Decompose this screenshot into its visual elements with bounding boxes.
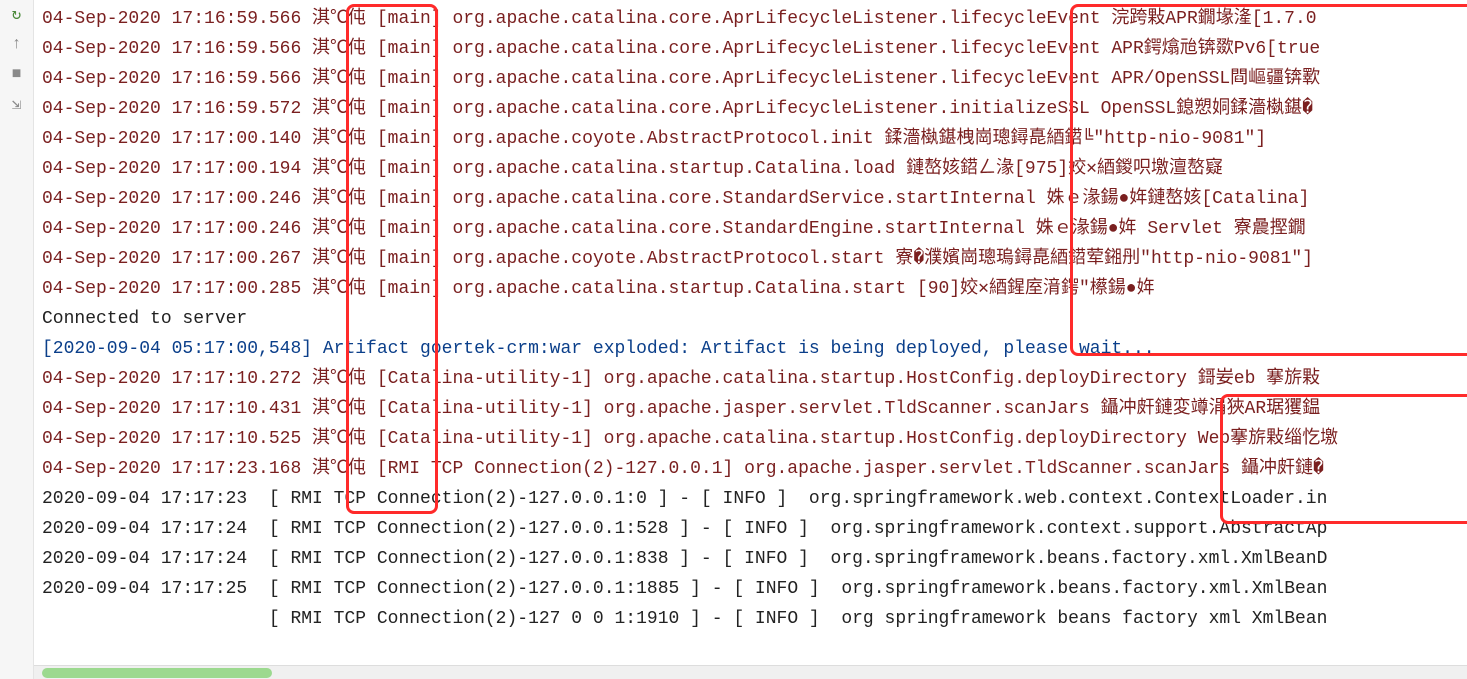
log-line: 2020-09-04 17:17:24 [ RMI TCP Connection… (42, 544, 1338, 574)
log-line: 04-Sep-2020 17:17:00.194 淇℃伅 [main] org.… (42, 154, 1338, 184)
log-line: 2020-09-04 17:17:23 [ RMI TCP Connection… (42, 484, 1338, 514)
layout-icon[interactable]: ⇲ (7, 94, 27, 114)
log-line: 04-Sep-2020 17:17:00.267 淇℃伅 [main] org.… (42, 244, 1338, 274)
log-line: 04-Sep-2020 17:17:10.525 淇℃伅 [Catalina-u… (42, 424, 1338, 454)
log-line: 04-Sep-2020 17:17:10.431 淇℃伅 [Catalina-u… (42, 394, 1338, 424)
log-line: 04-Sep-2020 17:17:00.246 淇℃伅 [main] org.… (42, 184, 1338, 214)
log-line: 04-Sep-2020 17:16:59.566 淇℃伅 [main] org.… (42, 64, 1338, 94)
prev-icon[interactable]: ↑ (7, 34, 27, 54)
rerun-icon[interactable]: ↻ (7, 4, 27, 24)
log-line: [ RMI TCP Connection(2)-127 0 0 1:1910 ]… (42, 604, 1338, 634)
log-line: 04-Sep-2020 17:16:59.566 淇℃伅 [main] org.… (42, 34, 1338, 64)
log-line: [2020-09-04 05:17:00,548] Artifact goert… (42, 334, 1338, 364)
log-line: 04-Sep-2020 17:17:23.168 淇℃伅 [RMI TCP Co… (42, 454, 1338, 484)
log-line: 04-Sep-2020 17:17:00.246 淇℃伅 [main] org.… (42, 214, 1338, 244)
log-line: 2020-09-04 17:17:25 [ RMI TCP Connection… (42, 574, 1338, 604)
stop-icon[interactable]: ■ (7, 64, 27, 84)
log-line: 04-Sep-2020 17:16:59.572 淇℃伅 [main] org.… (42, 94, 1338, 124)
log-line: 04-Sep-2020 17:17:10.272 淇℃伅 [Catalina-u… (42, 364, 1338, 394)
horizontal-scrollbar[interactable] (34, 665, 1467, 679)
scrollbar-thumb[interactable] (42, 668, 272, 678)
log-line: Connected to server (42, 304, 1338, 334)
log-line: 04-Sep-2020 17:17:00.285 淇℃伅 [main] org.… (42, 274, 1338, 304)
gutter: ↻ ↑ ■ ⇲ (0, 0, 34, 679)
console-panel: ↻ ↑ ■ ⇲ 04-Sep-2020 17:16:59.566 淇℃伅 [ma… (0, 0, 1467, 679)
log-line: 04-Sep-2020 17:16:59.566 淇℃伅 [main] org.… (42, 4, 1338, 34)
log-line: 04-Sep-2020 17:17:00.140 淇℃伅 [main] org.… (42, 124, 1338, 154)
log-lines: 04-Sep-2020 17:16:59.566 淇℃伅 [main] org.… (34, 0, 1338, 634)
log-line: 2020-09-04 17:17:24 [ RMI TCP Connection… (42, 514, 1338, 544)
console-viewport[interactable]: 04-Sep-2020 17:16:59.566 淇℃伅 [main] org.… (34, 0, 1467, 679)
